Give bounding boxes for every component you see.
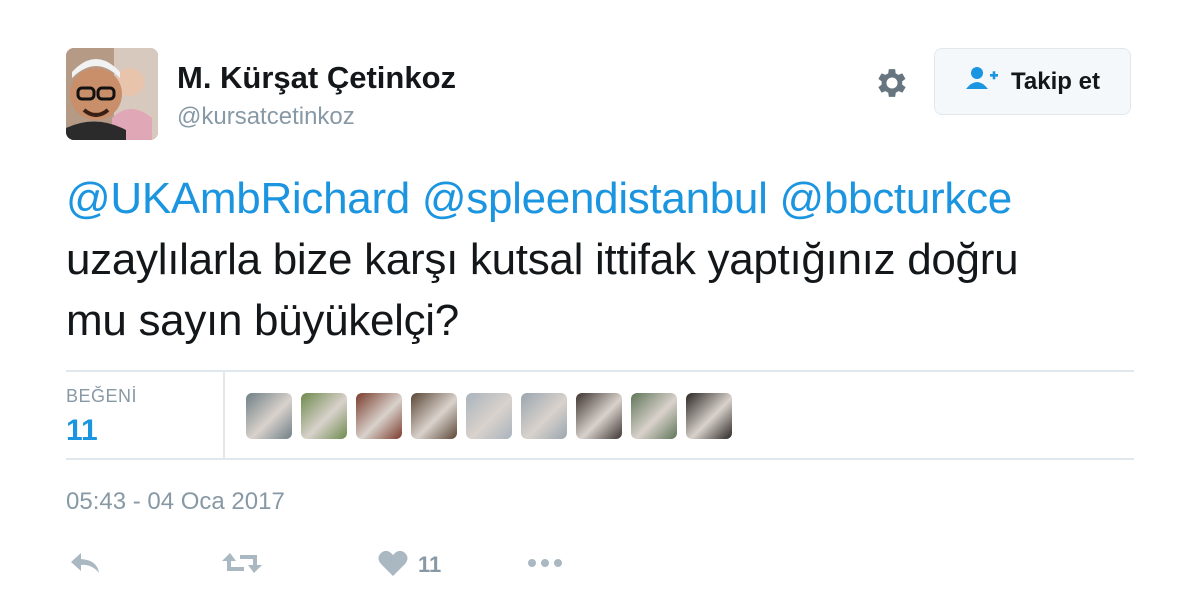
liker-avatar-5[interactable] bbox=[466, 393, 512, 439]
liker-avatar-3[interactable] bbox=[356, 393, 402, 439]
liker-avatar-2[interactable] bbox=[301, 393, 347, 439]
like-button[interactable]: 11 bbox=[378, 542, 441, 588]
mention-link[interactable]: @bbcturkce bbox=[780, 174, 1013, 223]
gear-icon[interactable] bbox=[873, 64, 911, 102]
follow-button-label: Takip et bbox=[1011, 67, 1100, 95]
reply-button[interactable] bbox=[68, 542, 102, 588]
heart-icon bbox=[378, 549, 408, 582]
liker-avatar-1[interactable] bbox=[246, 393, 292, 439]
follow-button[interactable]: Takip et bbox=[934, 48, 1131, 115]
tweet-line-3: mu sayın büyükelçi? bbox=[66, 296, 459, 345]
tweet-text: @UKAmbRichard @spleendistanbul @bbcturkc… bbox=[66, 168, 1146, 351]
user-avatar[interactable] bbox=[66, 48, 158, 140]
liker-avatar-8[interactable] bbox=[631, 393, 677, 439]
stats-divider bbox=[223, 372, 225, 460]
liker-avatar-4[interactable] bbox=[411, 393, 457, 439]
user-display-name[interactable]: M. Kürşat Çetinkoz bbox=[177, 60, 456, 96]
like-count: 11 bbox=[418, 552, 442, 577]
tweet-stats: BEĞENİ 11 bbox=[66, 370, 1134, 460]
retweet-button[interactable] bbox=[222, 542, 262, 588]
liker-avatar-7[interactable] bbox=[576, 393, 622, 439]
likers-list bbox=[246, 393, 732, 439]
retweet-icon bbox=[222, 549, 262, 582]
reply-icon bbox=[68, 549, 102, 582]
more-button[interactable] bbox=[526, 542, 564, 588]
liker-avatar-9[interactable] bbox=[686, 393, 732, 439]
likes-label[interactable]: BEĞENİ bbox=[66, 386, 137, 407]
mention-link[interactable]: @spleendistanbul bbox=[422, 174, 768, 223]
liker-avatar-6[interactable] bbox=[521, 393, 567, 439]
user-handle[interactable]: @kursatcetinkoz bbox=[177, 103, 355, 131]
likes-count[interactable]: 11 bbox=[66, 414, 98, 448]
tweet-line-1: @UKAmbRichard @spleendistanbul @bbcturkc… bbox=[66, 168, 1146, 229]
more-icon bbox=[526, 556, 564, 574]
tweet-line-2: uzaylılarla bize karşı kutsal ittifak ya… bbox=[66, 235, 1019, 284]
tweet-timestamp[interactable]: 05:43 - 04 Oca 2017 bbox=[66, 488, 285, 516]
mention-link[interactable]: @UKAmbRichard bbox=[66, 174, 410, 223]
follow-user-icon bbox=[965, 65, 999, 98]
